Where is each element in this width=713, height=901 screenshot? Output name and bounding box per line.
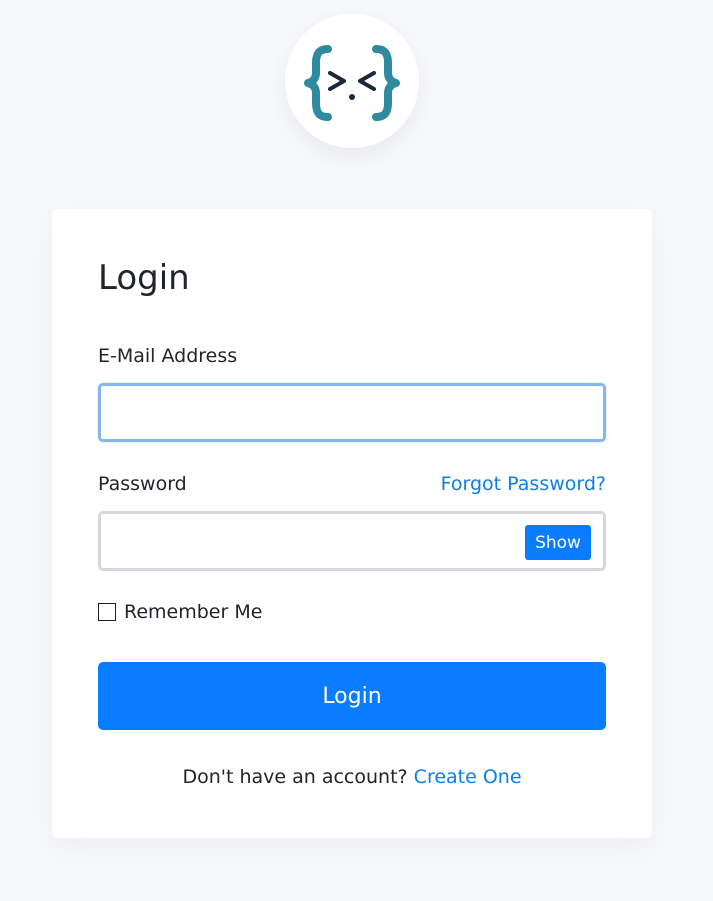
password-field-wrapper: Show (98, 511, 606, 571)
app-logo (285, 14, 419, 148)
create-account-link[interactable]: Create One (414, 766, 522, 788)
show-password-button[interactable]: Show (525, 525, 591, 560)
email-label: E-Mail Address (98, 345, 238, 367)
code-braces-face-icon (304, 45, 400, 121)
login-title: Login (98, 258, 190, 298)
signup-prompt: Don't have an account? Create One (52, 764, 652, 790)
remember-me-label[interactable]: Remember Me (124, 599, 262, 625)
remember-me-checkbox[interactable] (98, 603, 116, 621)
password-field[interactable] (101, 514, 511, 568)
login-button[interactable]: Login (98, 662, 606, 730)
remember-me-row: Remember Me (98, 599, 262, 625)
login-card: Login E-Mail Address Password Forgot Pas… (52, 209, 652, 838)
login-page: Login E-Mail Address Password Forgot Pas… (0, 0, 713, 901)
forgot-password-link[interactable]: Forgot Password? (441, 471, 606, 497)
password-label: Password (98, 473, 187, 495)
email-field[interactable] (98, 383, 606, 442)
signup-text: Don't have an account? (182, 766, 408, 788)
